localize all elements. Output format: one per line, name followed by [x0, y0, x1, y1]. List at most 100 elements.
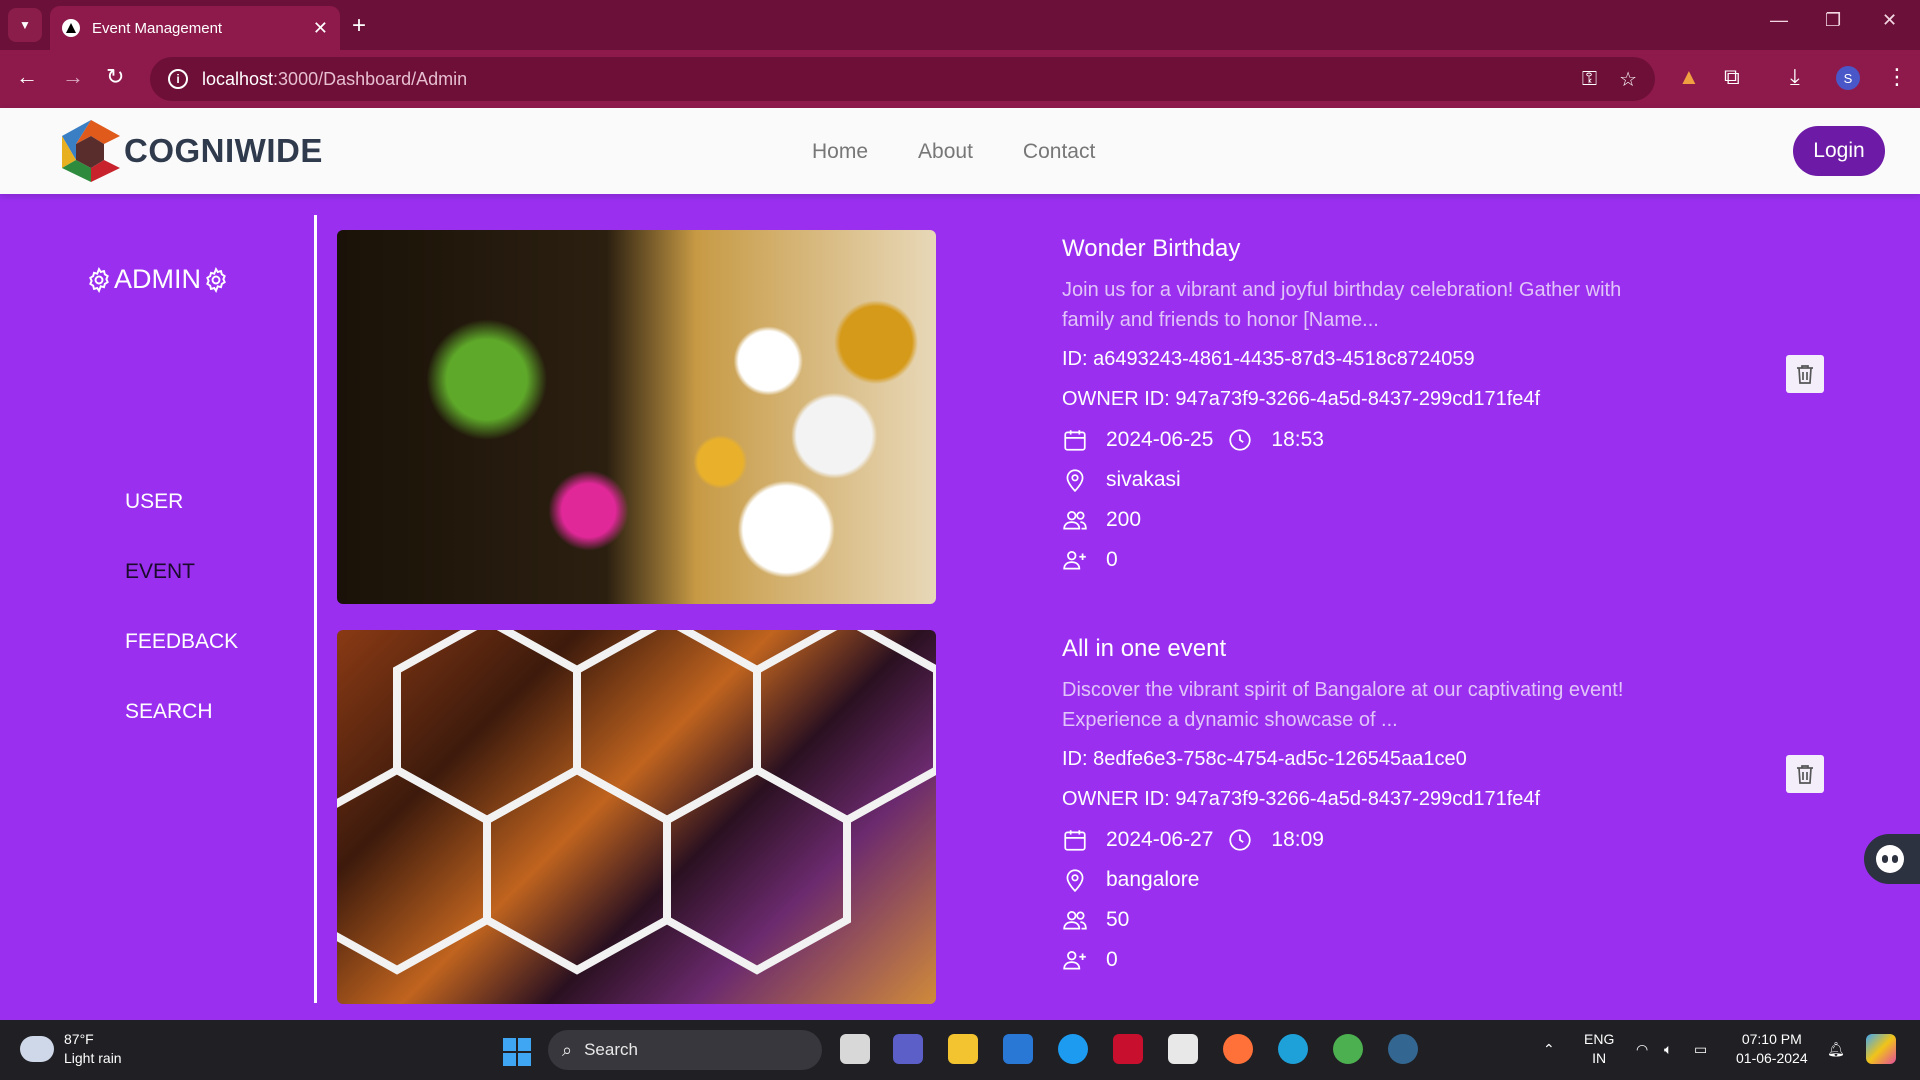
- bookmark-star-icon[interactable]: ☆: [1619, 67, 1637, 92]
- system-date: 01-06-2024: [1736, 1050, 1808, 1066]
- main-nav-links: Home About Contact: [812, 140, 1095, 164]
- nav-contact-link[interactable]: Contact: [1023, 140, 1095, 164]
- login-button[interactable]: Login: [1793, 126, 1885, 176]
- system-time: 07:10 PM: [1741, 1031, 1802, 1047]
- tab-search-button[interactable]: ▼: [8, 8, 42, 42]
- location-pin-icon: [1066, 469, 1084, 493]
- event-image-all-in-one: [337, 630, 936, 1004]
- chrome-icon[interactable]: [1333, 1034, 1363, 1064]
- minimize-icon[interactable]: —: [1770, 10, 1788, 31]
- event-capacity-row: 50: [1062, 907, 1129, 933]
- event-owner-id: OWNER ID: 947a73f9-3266-4a5d-8437-299cd1…: [1062, 388, 1541, 410]
- back-icon[interactable]: ←: [16, 64, 38, 90]
- event-registered-row: 0: [1062, 547, 1118, 573]
- admin-title-text: ADMIN: [114, 264, 201, 294]
- browser-tab[interactable]: Event Management ✕: [50, 6, 340, 50]
- event-registered: 0: [1106, 948, 1118, 971]
- extension-fox-icon[interactable]: ▲: [1678, 64, 1700, 90]
- task-view-icon[interactable]: [840, 1034, 870, 1064]
- battery-icon[interactable]: ▭: [1694, 1040, 1707, 1059]
- event-id: ID: a6493243-4861-4435-87d3-4518c8724059: [1062, 348, 1475, 370]
- event-datetime: 2024-06-27 18:09: [1062, 827, 1324, 853]
- teams-icon[interactable]: [893, 1034, 923, 1064]
- user-plus-icon: [1063, 551, 1086, 570]
- event-capacity: 50: [1106, 908, 1130, 931]
- event-location-row: bangalore: [1062, 867, 1199, 893]
- search-icon: ⌕: [562, 1039, 573, 1060]
- profile-avatar[interactable]: S: [1836, 66, 1860, 90]
- firefox-icon[interactable]: [1223, 1034, 1253, 1064]
- event-time: 18:09: [1271, 828, 1324, 851]
- gear-icon: [89, 266, 109, 293]
- password-key-icon[interactable]: ⚿: [1582, 68, 1597, 91]
- sidebar-item-event[interactable]: EVENT: [125, 560, 195, 584]
- location-pin-icon: [1066, 869, 1084, 893]
- windows-start-icon[interactable]: [503, 1038, 531, 1066]
- event-capacity: 200: [1106, 508, 1142, 531]
- delete-event-button[interactable]: [1786, 355, 1824, 393]
- reload-icon[interactable]: ↻: [106, 64, 124, 90]
- edge-icon[interactable]: [1278, 1034, 1308, 1064]
- taskbar-search[interactable]: ⌕ Search: [548, 1030, 822, 1070]
- nav-about-link[interactable]: About: [918, 140, 973, 164]
- download-icon[interactable]: ⤓: [1790, 64, 1800, 90]
- os-taskbar: 87°F Light rain ⌕ Search ⌃ ENG IN ◠ 🔈︎ ▭…: [0, 1020, 1920, 1080]
- wifi-icon[interactable]: ◠: [1636, 1040, 1648, 1059]
- copilot-icon[interactable]: [1866, 1034, 1896, 1064]
- event-location-row: sivakasi: [1062, 467, 1181, 493]
- users-icon: [1063, 911, 1087, 930]
- brand-logo[interactable]: COGNIWIDE: [58, 118, 323, 184]
- sidebar-item-user[interactable]: USER: [125, 490, 183, 514]
- event-description: Discover the vibrant spirit of Bangalore…: [1062, 679, 1624, 731]
- tab-close-icon[interactable]: ✕: [313, 18, 328, 39]
- new-tab-button[interactable]: +: [352, 12, 366, 40]
- weather-condition: Light rain: [64, 1050, 122, 1066]
- weather-temperature: 87°F: [64, 1031, 94, 1047]
- site-info-icon[interactable]: i: [168, 69, 188, 89]
- url-text: localhost:3000/Dashboard/Admin: [202, 68, 468, 89]
- postgres-icon[interactable]: [1388, 1034, 1418, 1064]
- sidebar-divider: [314, 215, 317, 1003]
- delete-event-button[interactable]: [1786, 755, 1824, 793]
- nav-home-link[interactable]: Home: [812, 140, 868, 164]
- event-location: bangalore: [1106, 868, 1200, 891]
- browser-toolbar: ← → ↻ i localhost:3000/Dashboard/Admin ⚿…: [0, 50, 1920, 108]
- restore-icon[interactable]: ❐: [1825, 10, 1841, 31]
- gear-icon: [206, 266, 226, 293]
- file-explorer-icon[interactable]: [948, 1034, 978, 1064]
- help-icon[interactable]: [1058, 1034, 1088, 1064]
- site-navbar: COGNIWIDE Home About Contact Login: [0, 108, 1920, 194]
- clock-display[interactable]: 07:10 PM 01-06-2024: [1736, 1030, 1808, 1068]
- chat-widget-button[interactable]: [1864, 834, 1920, 884]
- address-bar[interactable]: i localhost:3000/Dashboard/Admin ⚿ ☆: [150, 57, 1655, 101]
- brand-name: COGNIWIDE: [124, 132, 323, 169]
- taskbar-search-label: Search: [584, 1040, 638, 1059]
- calendar-icon: [1064, 430, 1086, 451]
- clock-icon: [1229, 429, 1252, 451]
- chatbot-face-icon: [1876, 845, 1904, 873]
- event-capacity-row: 200: [1062, 507, 1141, 533]
- window-close-icon[interactable]: ✕: [1882, 10, 1897, 31]
- mydp-app-icon[interactable]: [1003, 1034, 1033, 1064]
- users-icon: [1063, 511, 1087, 530]
- clock-icon: [1229, 829, 1252, 851]
- event-registered-row: 0: [1062, 947, 1118, 973]
- cogniwide-logo-icon: [62, 120, 120, 182]
- language-indicator[interactable]: ENG IN: [1584, 1030, 1614, 1068]
- notification-bell-icon[interactable]: 🔔︎: [1827, 1040, 1845, 1059]
- browser-tab-bar: ▼ Event Management ✕ + — ❐ ✕: [0, 0, 1920, 50]
- tray-overflow-icon[interactable]: ⌃: [1543, 1040, 1555, 1059]
- extensions-icon[interactable]: ⧉: [1724, 64, 1740, 90]
- event-date: 2024-06-25: [1106, 428, 1214, 451]
- sidebar-item-search[interactable]: SEARCH: [125, 700, 213, 724]
- tab-favicon-icon: [62, 19, 80, 37]
- weather-widget[interactable]: 87°F Light rain: [20, 1030, 122, 1068]
- store-icon[interactable]: [1168, 1034, 1198, 1064]
- mcafee-icon[interactable]: [1113, 1034, 1143, 1064]
- forward-icon[interactable]: →: [62, 64, 84, 90]
- sidebar-item-feedback[interactable]: FEEDBACK: [125, 630, 238, 654]
- browser-menu-icon[interactable]: ⋮: [1886, 64, 1908, 90]
- volume-icon[interactable]: 🔈︎: [1664, 1040, 1672, 1059]
- event-date: 2024-06-27: [1106, 828, 1214, 851]
- event-image-birthday: [337, 230, 936, 604]
